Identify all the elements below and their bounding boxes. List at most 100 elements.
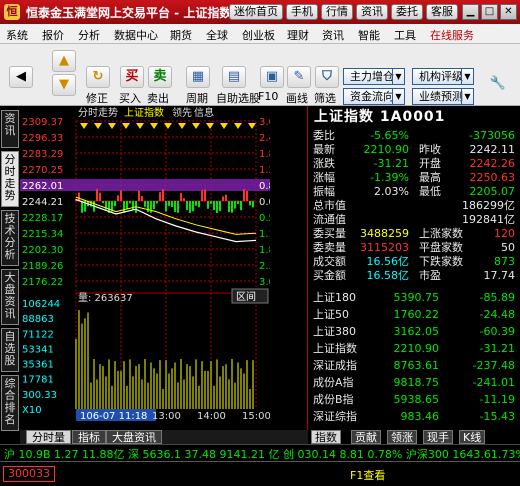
service-button[interactable]: 客服 bbox=[426, 4, 458, 20]
side-tabs: 资讯 分时走势 技术分析 大盘资讯 自选股 综合排名 bbox=[0, 107, 20, 431]
y-tick-left: 2176.22 bbox=[22, 277, 63, 288]
rtab-index[interactable]: 指数 bbox=[311, 430, 341, 444]
close-icon[interactable]: ✕ bbox=[500, 4, 517, 20]
side-tab-market-news[interactable]: 大盘资讯 bbox=[1, 269, 19, 325]
side-tab-timeshare[interactable]: 分时走势 bbox=[1, 151, 19, 207]
status-bar: 300033 F1查看 bbox=[0, 461, 520, 486]
side-tab-watchlist[interactable]: 自选股 bbox=[1, 328, 19, 372]
rtab-contribution[interactable]: 贡献 bbox=[351, 430, 381, 444]
quote-label: 市盈 bbox=[419, 269, 441, 282]
nav-left-icon[interactable]: ◀ bbox=[9, 66, 33, 88]
menu-quotes[interactable]: 报价 bbox=[42, 27, 64, 43]
y-tick-right: 1.81% bbox=[259, 149, 270, 160]
menu-analysis[interactable]: 分析 bbox=[78, 27, 100, 43]
f10-label[interactable]: F10 bbox=[258, 90, 278, 103]
index-name: 上证指数 bbox=[313, 342, 357, 355]
y-tick-right: 1.22% bbox=[259, 165, 270, 176]
stock-picker-icon[interactable]: ▤ bbox=[222, 66, 246, 88]
draw-line-icon[interactable]: ✎ bbox=[287, 66, 311, 88]
rtab-current[interactable]: 现手 bbox=[423, 430, 453, 444]
volume-label: 量: 263637 bbox=[78, 292, 133, 304]
y-tick-left: 2309.37 bbox=[22, 117, 63, 128]
period-icon[interactable]: ▦ bbox=[186, 66, 210, 88]
index-row: 成份A指 9818.75 -241.01 bbox=[313, 375, 517, 391]
y-tick-left: 2296.33 bbox=[22, 133, 63, 144]
nav-up-icon[interactable]: ▲ bbox=[52, 50, 76, 72]
timeshare-chart[interactable]: 分时走势上证指数领先信息 2309.37 3.00% 2296.33 2.44% 2283… bbox=[20, 107, 270, 430]
mobile-button[interactable]: 手机 bbox=[286, 4, 318, 20]
sell-icon[interactable]: 卖 bbox=[148, 66, 172, 88]
menu-bar: 系统 报价 分析 数据中心 期货 全球 创业板 理财 资讯 智能 工具 在线服务 bbox=[0, 24, 520, 44]
index-value: 1760.22 bbox=[393, 308, 440, 321]
index-row: 深证综指 983.46 -15.43 bbox=[313, 409, 517, 425]
maximize-icon[interactable]: □ bbox=[481, 4, 498, 20]
f1-help[interactable]: F1查看 bbox=[350, 467, 385, 483]
draw-line-label[interactable]: 画线 bbox=[286, 90, 308, 106]
right-tabs: 指数 贡献 领涨 现手 K线 bbox=[307, 430, 520, 444]
refresh-icon[interactable]: ↻ bbox=[86, 66, 110, 88]
menu-system[interactable]: 系统 bbox=[6, 27, 28, 43]
rating-dropdown[interactable]: 机构评级 ▼ bbox=[412, 68, 474, 85]
index-row: 深证成指 8763.61 -237.48 bbox=[313, 358, 517, 374]
buy-label[interactable]: 买入 bbox=[119, 90, 141, 106]
side-tab-news[interactable]: 资讯 bbox=[1, 110, 19, 148]
x-tick: 15:00 bbox=[242, 411, 270, 422]
tab-volume[interactable]: 分时量 bbox=[26, 430, 71, 444]
news-button[interactable]: 资讯 bbox=[356, 4, 388, 20]
chart-header-left: 分时走势 bbox=[78, 107, 118, 119]
side-tab-technical[interactable]: 技术分析 bbox=[1, 210, 19, 266]
money-flow-dropdown[interactable]: 资金流向 ▼ bbox=[343, 88, 405, 105]
quotes-button[interactable]: 行情 bbox=[321, 4, 353, 20]
vol-tick: 17781 bbox=[22, 375, 54, 386]
index-value: 8763.61 bbox=[393, 359, 440, 372]
quote-label: 买金额 bbox=[313, 269, 346, 282]
y-tick-left: 2283.29 bbox=[22, 149, 63, 160]
buy-icon[interactable]: 买 bbox=[120, 66, 144, 88]
chevron-down-icon: ▼ bbox=[392, 69, 404, 84]
chart-canvas[interactable]: 分时走势上证指数领先信息 2309.37 3.00% 2296.33 2.44% 2283… bbox=[20, 107, 270, 430]
f10-icon[interactable]: ▣ bbox=[260, 66, 284, 88]
period-label[interactable]: 周期 bbox=[186, 90, 208, 106]
tab-market-news[interactable]: 大盘资讯 bbox=[106, 430, 162, 444]
mini-home-button[interactable]: 迷你首页 bbox=[229, 4, 283, 20]
y-tick-right: 3.00% bbox=[259, 117, 270, 128]
main-inflow-dropdown[interactable]: 主力增仓 ▼ bbox=[343, 68, 405, 85]
menu-news[interactable]: 资讯 bbox=[322, 27, 344, 43]
stock-picker-label[interactable]: 自助选股 bbox=[216, 90, 260, 106]
tab-indicator[interactable]: 指标 bbox=[72, 430, 106, 444]
rtab-leaders[interactable]: 领涨 bbox=[387, 430, 417, 444]
y-tick-left: 2228.17 bbox=[22, 213, 63, 224]
code-input[interactable]: 300033 bbox=[3, 466, 55, 482]
sell-label[interactable]: 卖出 bbox=[147, 90, 169, 106]
index-value: 9818.75 bbox=[393, 376, 440, 389]
menu-finance[interactable]: 理财 bbox=[287, 27, 309, 43]
wrench-icon[interactable]: 🔧 bbox=[486, 74, 510, 96]
menu-global[interactable]: 全球 bbox=[206, 27, 228, 43]
vol-tick: X10 bbox=[22, 405, 42, 416]
y-tick-left: 2270.25 bbox=[22, 165, 63, 176]
index-row: 上证180 5390.75 -85.89 bbox=[313, 290, 517, 306]
filter-label[interactable]: 筛选 bbox=[314, 90, 336, 106]
chevron-down-icon: ▼ bbox=[461, 89, 473, 104]
menu-data-center[interactable]: 数据中心 bbox=[114, 27, 158, 43]
trade-button[interactable]: 委托 bbox=[391, 4, 423, 20]
menu-online-service[interactable]: 在线服务 bbox=[430, 27, 474, 43]
index-ticker[interactable]: 沪 10.9B 1.27 11.88亿 深 5636.1 37.48 9141.… bbox=[0, 444, 520, 461]
filter-icon[interactable]: ⛉ bbox=[315, 66, 339, 88]
menu-gem[interactable]: 创业板 bbox=[242, 27, 275, 43]
minimize-icon[interactable]: ▁ bbox=[462, 4, 479, 20]
nav-down-icon[interactable]: ▼ bbox=[52, 74, 76, 96]
index-row: 上证380 3162.05 -60.39 bbox=[313, 324, 517, 340]
revise-label[interactable]: 修正 bbox=[86, 90, 108, 106]
y-tick-right: 0.00% bbox=[259, 197, 270, 208]
window-title: 恒泰金玉满堂网上交易平台 - 上证指数 bbox=[26, 6, 232, 20]
y-tick-left: 2215.34 bbox=[22, 229, 63, 240]
rtab-kline[interactable]: K线 bbox=[459, 430, 486, 444]
menu-futures[interactable]: 期货 bbox=[170, 27, 192, 43]
side-tab-ranking[interactable]: 综合排名 bbox=[1, 375, 19, 431]
menu-tools[interactable]: 工具 bbox=[394, 27, 416, 43]
index-name: 成份A指 bbox=[313, 376, 354, 389]
index-change: -241.01 bbox=[472, 376, 515, 389]
earnings-forecast-dropdown[interactable]: 业绩预测 ▼ bbox=[412, 88, 474, 105]
menu-smart[interactable]: 智能 bbox=[358, 27, 380, 43]
